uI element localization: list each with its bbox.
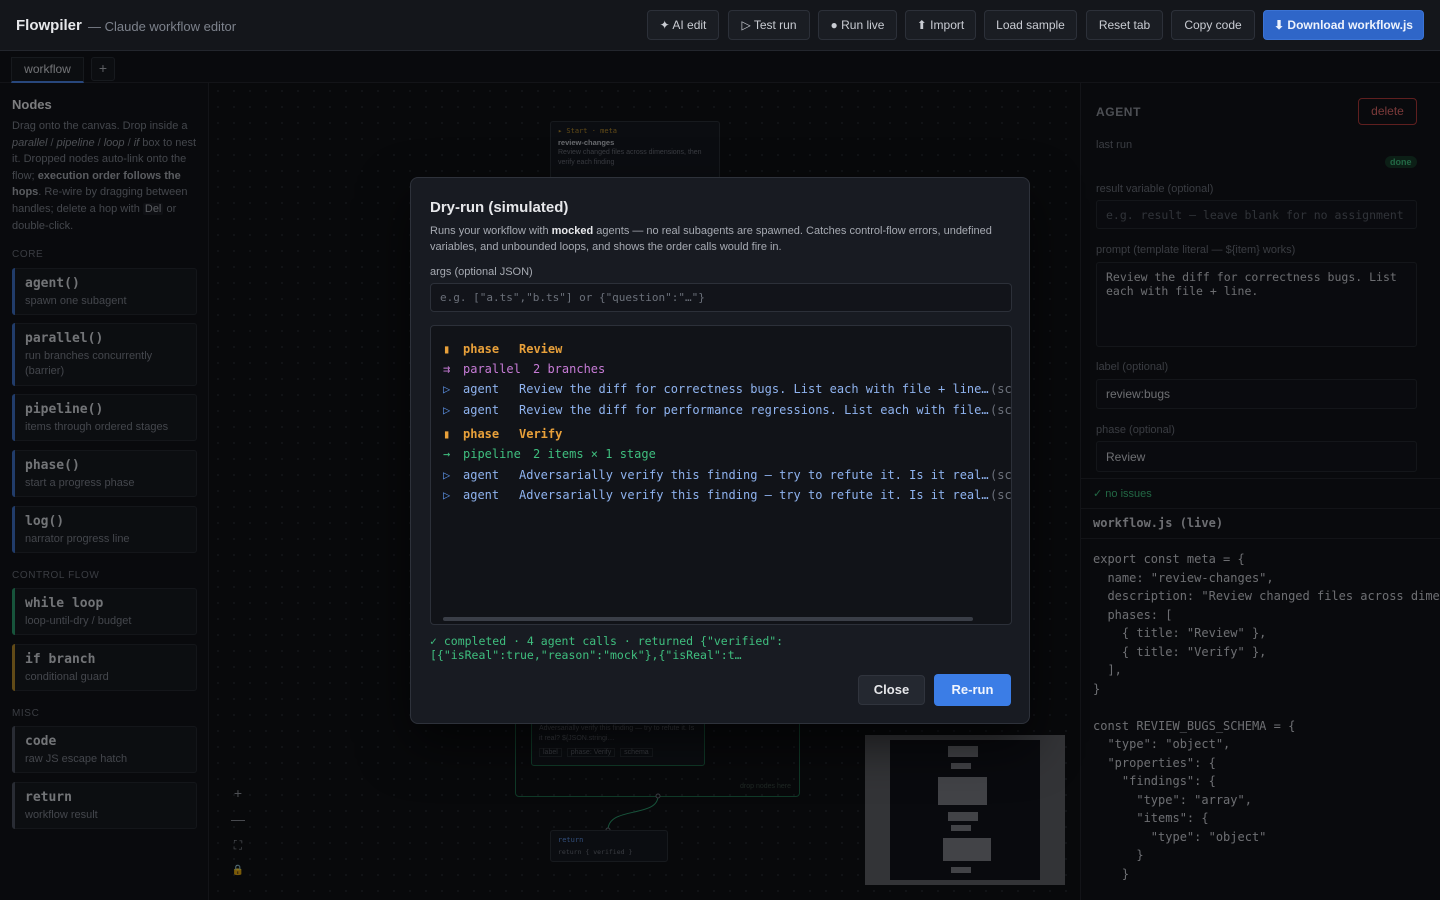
log-line-phase: ▮ phase Review <box>443 341 1011 357</box>
log-kind: phase <box>463 427 500 441</box>
log-text: 2 items × 1 stage <box>533 447 656 461</box>
par-icon: ⇉ <box>443 362 451 376</box>
import-button[interactable]: ⬆ Import <box>905 10 976 40</box>
log-kind: agent <box>463 382 500 396</box>
log-kind: agent <box>463 468 500 482</box>
horizontal-scrollbar[interactable] <box>443 617 973 621</box>
ai-edit-button[interactable]: ✦ AI edit <box>647 10 719 40</box>
dialog-description: Runs your workflow with mocked agents — … <box>430 224 1010 255</box>
log-line-pipe: → pipeline 2 items × 1 stage <box>443 446 1011 462</box>
top-bar: Flowpiler — Claude workflow editor ✦ AI … <box>0 0 1440 51</box>
copy-code-button[interactable]: Copy code <box>1171 10 1255 40</box>
log-line-agent: ▷ agent Adversarially verify this finding … <box>443 467 1012 483</box>
dry-run-log[interactable]: ▮ phase Review ⇉ parallel 2 branches ▷ agent Rev… <box>430 325 1012 625</box>
log-text: Adversarially verify this finding — try … <box>519 468 989 482</box>
reset-tab-button[interactable]: Reset tab <box>1086 10 1163 40</box>
download-workflow-button[interactable]: ⬇ Download workflow.js <box>1263 10 1424 40</box>
log-text: Review the diff for correctness bugs. Li… <box>519 382 989 396</box>
log-kind: agent <box>463 488 500 502</box>
log-text: Verify <box>519 427 563 441</box>
test-run-button[interactable]: ▷ Test run <box>728 10 810 40</box>
log-schema-marker: (sch <box>990 488 1012 502</box>
load-sample-button[interactable]: Load sample <box>984 10 1077 40</box>
log-line-agent: ▷ agent Review the diff for correctness bu… <box>443 381 1012 397</box>
log-kind: agent <box>463 403 500 417</box>
close-button[interactable]: Close <box>858 675 925 705</box>
log-text: Adversarially verify this finding — try … <box>519 488 989 502</box>
agent-icon: ▷ <box>443 382 451 396</box>
log-kind: parallel <box>463 362 521 376</box>
log-kind: pipeline <box>463 447 521 461</box>
desc-text: Runs your workflow with <box>430 225 552 237</box>
agent-icon: ▷ <box>443 403 451 417</box>
log-line-agent: ▷ agent Review the diff for performance re… <box>443 402 1012 418</box>
log-text: 2 branches <box>533 362 606 376</box>
app-name: Flowpiler <box>16 17 82 34</box>
agent-icon: ▷ <box>443 488 451 502</box>
run-result: ✓ completed · 4 agent calls · returned {… <box>430 634 784 662</box>
log-text: Review the diff for performance regressi… <box>519 403 989 417</box>
log-schema-marker: (sch <box>990 403 1012 417</box>
phase-icon: ▮ <box>443 342 451 356</box>
pipe-icon: → <box>443 447 451 461</box>
run-live-button[interactable]: ● Run live <box>818 10 897 40</box>
dry-run-dialog: Dry-run (simulated) Runs your workflow w… <box>410 177 1030 724</box>
log-schema-marker: (sch <box>990 468 1012 482</box>
args-input[interactable] <box>430 283 1012 312</box>
log-schema-marker: (sch <box>990 382 1012 396</box>
rerun-button[interactable]: Re-run <box>934 674 1011 706</box>
log-line-par: ⇉ parallel 2 branches <box>443 361 1011 377</box>
log-line-phase: ▮ phase Verify <box>443 426 1011 442</box>
desc-emphasis: mocked <box>551 225 594 237</box>
app-subtitle: — Claude workflow editor <box>88 19 237 34</box>
args-label: args (optional JSON) <box>430 266 533 278</box>
dialog-title: Dry-run (simulated) <box>430 199 569 216</box>
log-line-agent: ▷ agent Adversarially verify this finding … <box>443 487 1012 503</box>
log-kind: phase <box>463 342 500 356</box>
phase-icon: ▮ <box>443 427 451 441</box>
log-text: Review <box>519 342 563 356</box>
agent-icon: ▷ <box>443 468 451 482</box>
